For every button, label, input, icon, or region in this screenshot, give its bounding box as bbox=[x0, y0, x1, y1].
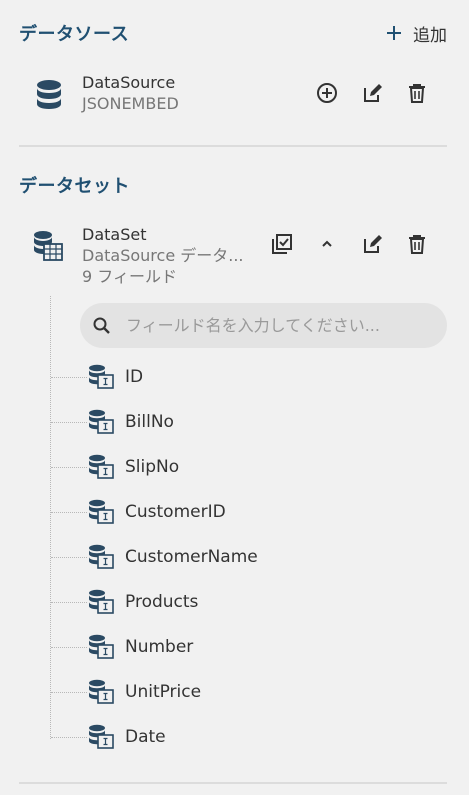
field-icon bbox=[87, 724, 115, 750]
chevron-up-icon bbox=[321, 240, 332, 247]
datasource-name: DataSource bbox=[82, 73, 176, 92]
section-divider bbox=[19, 145, 447, 147]
search-input[interactable] bbox=[126, 316, 426, 335]
field-item[interactable]: ID bbox=[51, 362, 143, 392]
edit-dataset-button[interactable] bbox=[349, 230, 394, 258]
add-label: 追加 bbox=[413, 25, 447, 46]
dataset-icon bbox=[34, 231, 63, 261]
field-item[interactable]: BillNo bbox=[51, 407, 174, 437]
field-item[interactable]: CustomerName bbox=[51, 542, 258, 572]
field-item[interactable]: UnitPrice bbox=[51, 677, 201, 707]
search-icon bbox=[93, 317, 110, 334]
add-dataset-button[interactable] bbox=[304, 79, 349, 107]
field-icon bbox=[87, 589, 115, 615]
trash-icon bbox=[408, 235, 425, 254]
field-label: UnitPrice bbox=[125, 682, 202, 702]
delete-datasource-button[interactable] bbox=[394, 79, 439, 107]
select-fields-button[interactable] bbox=[259, 230, 304, 258]
field-label: Number bbox=[125, 637, 194, 657]
field-label: SlipNo bbox=[125, 457, 180, 477]
field-label: CustomerID bbox=[125, 502, 226, 522]
field-icon bbox=[87, 454, 115, 480]
field-icon bbox=[87, 544, 115, 570]
dataset-name: DataSet bbox=[82, 225, 147, 244]
dataset-source: DataSource データ... bbox=[82, 246, 244, 265]
delete-dataset-button[interactable] bbox=[394, 230, 439, 258]
datasource-actions bbox=[304, 79, 439, 107]
add-datasource-button[interactable]: 追加 bbox=[385, 21, 447, 46]
database-icon bbox=[37, 80, 61, 109]
datasource-section-title: データソース bbox=[19, 24, 130, 45]
tree-connector bbox=[51, 376, 87, 378]
tree-connector bbox=[51, 736, 87, 738]
edit-icon bbox=[363, 84, 382, 102]
edit-icon bbox=[363, 235, 382, 253]
collapse-button[interactable] bbox=[304, 230, 349, 258]
field-icon bbox=[87, 634, 115, 660]
dataset-section-title: データセット bbox=[19, 176, 130, 197]
field-item[interactable]: Number bbox=[51, 632, 193, 662]
tree-connector bbox=[51, 556, 87, 558]
field-icon bbox=[87, 364, 115, 390]
trash-icon bbox=[408, 84, 425, 103]
bottom-divider bbox=[19, 782, 447, 784]
datasource-text: DataSource JSONEMBED bbox=[82, 72, 179, 117]
edit-datasource-button[interactable] bbox=[349, 79, 394, 107]
field-icon bbox=[87, 499, 115, 525]
field-label: BillNo bbox=[125, 412, 174, 432]
tree-connector bbox=[51, 646, 87, 648]
tree-connector bbox=[51, 466, 87, 468]
field-label: ID bbox=[125, 367, 144, 387]
field-search[interactable] bbox=[80, 303, 447, 348]
datasource-type: JSONEMBED bbox=[82, 94, 179, 113]
field-item[interactable]: Products bbox=[51, 587, 198, 617]
tree-connector bbox=[51, 601, 87, 603]
field-label: CustomerName bbox=[125, 547, 258, 567]
dataset-text: DataSet DataSource データ... 9 フィールド bbox=[82, 224, 244, 287]
field-item[interactable]: SlipNo bbox=[51, 452, 179, 482]
field-item[interactable]: CustomerID bbox=[51, 497, 226, 527]
tree-connector bbox=[51, 511, 87, 513]
datasource-header: データソース 追加 bbox=[19, 20, 447, 46]
dataset-actions bbox=[259, 230, 439, 258]
field-label: Date bbox=[125, 727, 166, 747]
field-item[interactable]: Date bbox=[51, 722, 166, 752]
field-icon bbox=[87, 409, 115, 435]
circle-plus-icon bbox=[316, 83, 337, 103]
field-label: Products bbox=[125, 592, 199, 612]
tree-connector bbox=[51, 691, 87, 693]
plus-icon bbox=[387, 26, 401, 40]
field-icon bbox=[87, 679, 115, 705]
tree-connector bbox=[51, 421, 87, 423]
checklist-icon bbox=[271, 234, 292, 254]
dataset-field-count: 9 フィールド bbox=[82, 267, 177, 286]
dataset-header: データセット bbox=[19, 172, 447, 198]
